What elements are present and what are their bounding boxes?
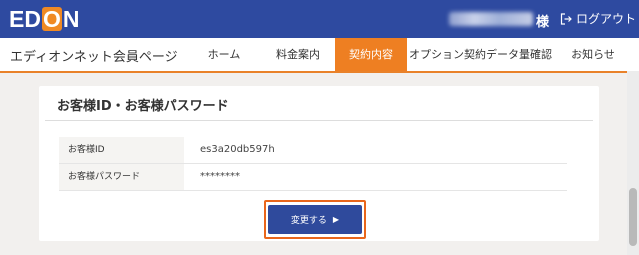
customer-password-row: お客様パスワード ******** — [59, 164, 567, 191]
logout-label: ログアウト — [576, 12, 637, 26]
main-navigation: エディオンネット会員ページ ホーム 料金案内 契約内容 オプション契約 データ量… — [0, 38, 639, 73]
change-button-label: 変更する — [290, 216, 327, 226]
edion-logo[interactable]: ED O N — [9, 6, 79, 32]
customer-id-value: es3a20db597h — [200, 144, 275, 155]
logo-text-post: N — [62, 5, 80, 32]
chevron-right-icon: ▶ — [332, 215, 340, 224]
card-title: お客様ID・お客様パスワード — [57, 99, 229, 114]
nav-item-data-usage[interactable]: データ量確認 — [486, 38, 552, 71]
change-button[interactable]: 変更する ▶ — [268, 205, 362, 234]
nav-item-options[interactable]: オプション契約 — [409, 38, 486, 71]
scrollbar-thumb[interactable] — [629, 188, 637, 246]
nav-item-home[interactable]: ホーム — [200, 38, 248, 71]
logo-text-accent: O — [41, 6, 62, 32]
customer-password-value: ******** — [200, 171, 240, 182]
user-honorific: 様 — [536, 15, 550, 30]
nav-item-contract[interactable]: 契約内容 — [335, 38, 407, 71]
customer-password-label: お客様パスワード — [59, 164, 184, 190]
top-header-bar: ED O N 様 ログアウト — [0, 0, 639, 38]
nav-item-news[interactable]: お知らせ — [566, 38, 620, 71]
credentials-card: お客様ID・お客様パスワード お客様ID es3a20db597h お客様パスワ… — [39, 86, 599, 241]
customer-id-label: お客様ID — [59, 137, 184, 163]
customer-id-row: お客様ID es3a20db597h — [59, 137, 567, 164]
user-name-blurred — [449, 12, 533, 26]
logout-icon — [560, 12, 572, 25]
logout-button[interactable]: ログアウト — [560, 10, 636, 27]
logo-text-pre: ED — [9, 5, 41, 32]
site-title[interactable]: エディオンネット会員ページ — [10, 46, 178, 65]
nav-item-pricing[interactable]: 料金案内 — [270, 38, 326, 71]
card-divider — [45, 120, 593, 121]
